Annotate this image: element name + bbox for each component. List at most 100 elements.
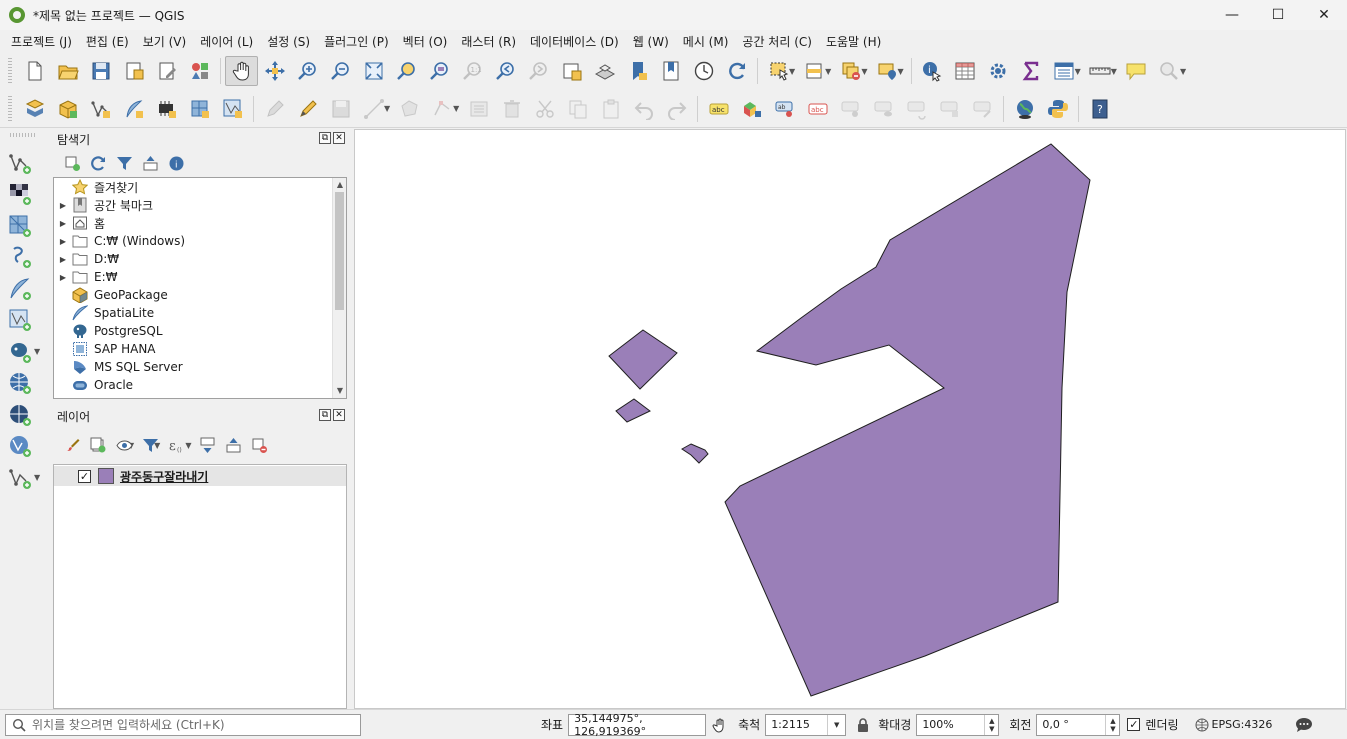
- delete-selected-button[interactable]: [495, 94, 528, 124]
- undo-button[interactable]: [627, 94, 660, 124]
- browser-scrollbar[interactable]: ▲ ▼: [332, 178, 346, 398]
- open-project-button[interactable]: [51, 56, 84, 86]
- zoom-next-button[interactable]: [522, 56, 555, 86]
- new-project-button[interactable]: [18, 56, 51, 86]
- layout-manager-button[interactable]: [150, 56, 183, 86]
- lock-scale-icon[interactable]: [856, 717, 870, 733]
- save-edits-button[interactable]: [324, 94, 357, 124]
- locator-search-bar[interactable]: 위치를 찾으려면 입력하세요 (Ctrl+K): [5, 713, 361, 736]
- new-print-layout-button[interactable]: [117, 56, 150, 86]
- close-panel-button[interactable]: ✕: [333, 409, 345, 421]
- current-edits-button[interactable]: [258, 94, 291, 124]
- menu-processing[interactable]: 공간 처리 (C): [735, 33, 819, 50]
- add-selected-layers-button[interactable]: [59, 151, 85, 175]
- toolbox-button[interactable]: [982, 56, 1015, 86]
- zoom-native-button[interactable]: 1:1: [456, 56, 489, 86]
- select-by-value-button[interactable]: [798, 56, 831, 86]
- locator-zoom-button[interactable]: [1153, 56, 1186, 86]
- open-attribute-table-button[interactable]: [949, 56, 982, 86]
- expand-arrow[interactable]: ▶: [54, 255, 72, 264]
- toggle-editing-button[interactable]: [291, 94, 324, 124]
- new-vector-layer-button[interactable]: ▼: [0, 462, 50, 494]
- menu-mesh[interactable]: 메시 (M): [676, 33, 736, 50]
- tree-item-mssql[interactable]: MS SQL Server: [54, 358, 346, 376]
- manage-map-themes-button[interactable]: [111, 433, 137, 457]
- diagram-properties-button[interactable]: [735, 94, 768, 124]
- postgis-dropdown-arrow[interactable]: ▼: [34, 347, 40, 356]
- layer-styling-button[interactable]: [59, 433, 85, 457]
- expand-arrow[interactable]: ▶: [54, 201, 72, 210]
- add-raster-layer-button[interactable]: [0, 179, 50, 211]
- float-panel-button[interactable]: ⧉: [319, 132, 331, 144]
- collapse-all-button[interactable]: [137, 151, 163, 175]
- tree-item-sap-hana[interactable]: SAP HANA: [54, 340, 346, 358]
- map-polygon-islet[interactable]: [615, 398, 651, 423]
- crs-globe-icon[interactable]: [1195, 718, 1209, 732]
- menu-help[interactable]: 도움말 (H): [819, 33, 888, 50]
- show-hide-labels-button[interactable]: [867, 94, 900, 124]
- expand-arrow[interactable]: ▶: [54, 273, 72, 282]
- add-vector-layer-button[interactable]: [216, 94, 249, 124]
- menu-vector[interactable]: 벡터 (O): [396, 33, 455, 50]
- layer-row[interactable]: ✓ 광주동구잘라내기: [54, 466, 346, 486]
- highlight-labels-button[interactable]: abc: [801, 94, 834, 124]
- vertex-tool-button[interactable]: [426, 94, 459, 124]
- cut-features-button[interactable]: [528, 94, 561, 124]
- refresh-browser-button[interactable]: [85, 151, 111, 175]
- tree-item-geopackage[interactable]: GeoPackage: [54, 286, 346, 304]
- data-source-manager-button[interactable]: [18, 94, 51, 124]
- new-geopackage-button[interactable]: [51, 94, 84, 124]
- toggle-extents-icon[interactable]: [712, 717, 728, 733]
- expand-all-button[interactable]: [194, 433, 220, 457]
- chevron-down-icon[interactable]: ▼: [827, 714, 845, 735]
- paste-features-button[interactable]: [594, 94, 627, 124]
- tree-item-home[interactable]: ▶ 홈: [54, 214, 346, 232]
- style-manager-button[interactable]: [183, 56, 216, 86]
- deselect-all-button[interactable]: [834, 56, 867, 86]
- scale-combobox[interactable]: 1:2115 ▼: [765, 713, 847, 736]
- new-shapefile-button[interactable]: [84, 94, 117, 124]
- add-spatialite-button[interactable]: [0, 273, 50, 305]
- add-feature-button[interactable]: [393, 94, 426, 124]
- filter-by-expression-button[interactable]: ε(): [163, 433, 189, 457]
- new-map-view-button[interactable]: [555, 56, 588, 86]
- minimize-button[interactable]: —: [1209, 0, 1255, 30]
- add-virtual-layer-button[interactable]: [0, 305, 50, 337]
- remove-layer-button[interactable]: [246, 433, 272, 457]
- zoom-to-layer-button[interactable]: [423, 56, 456, 86]
- select-location-button[interactable]: [870, 56, 903, 86]
- save-project-button[interactable]: [84, 56, 117, 86]
- refresh-button[interactable]: [720, 56, 753, 86]
- add-wms-layer-button[interactable]: [0, 368, 50, 400]
- new-spatialite-button[interactable]: [117, 94, 150, 124]
- map-polygon-islet[interactable]: [681, 443, 709, 464]
- tree-item-spatialite[interactable]: SpatiaLite: [54, 304, 346, 322]
- menu-raster[interactable]: 래스터 (R): [454, 33, 523, 50]
- redo-button[interactable]: [660, 94, 693, 124]
- menu-layer[interactable]: 레이어 (L): [193, 33, 260, 50]
- scroll-down-arrow[interactable]: ▼: [333, 384, 346, 398]
- new-temporary-layer-button[interactable]: [150, 94, 183, 124]
- new-layer-dropdown-arrow[interactable]: ▼: [34, 473, 40, 482]
- spin-arrows[interactable]: ▲ ▼: [984, 714, 998, 735]
- rotate-label-button[interactable]: [900, 94, 933, 124]
- zoom-out-button[interactable]: [324, 56, 357, 86]
- filter-browser-button[interactable]: [111, 151, 137, 175]
- close-panel-button[interactable]: ✕: [333, 132, 345, 144]
- expand-arrow[interactable]: ▶: [54, 237, 72, 246]
- map-polygon-main[interactable]: [724, 143, 1091, 697]
- change-label-button[interactable]: [933, 94, 966, 124]
- collapse-all-layers-button[interactable]: [220, 433, 246, 457]
- pan-map-button[interactable]: [225, 56, 258, 86]
- show-bookmarks-button[interactable]: [654, 56, 687, 86]
- coordinate-field[interactable]: 35,144975°, 126,919369°: [568, 712, 707, 738]
- add-postgis-layer-button[interactable]: ▼: [0, 336, 50, 368]
- menu-web[interactable]: 웹 (W): [626, 33, 676, 50]
- close-button[interactable]: ✕: [1301, 0, 1347, 30]
- temporal-controller-button[interactable]: [687, 56, 720, 86]
- tree-item-drive-c[interactable]: ▶ C:₩ (Windows): [54, 232, 346, 250]
- menu-edit[interactable]: 편집 (E): [79, 33, 136, 50]
- tree-item-favorites[interactable]: 즐겨찾기: [54, 178, 346, 196]
- add-group-button[interactable]: [85, 433, 111, 457]
- tree-item-bookmarks[interactable]: ▶ 공간 북마크: [54, 196, 346, 214]
